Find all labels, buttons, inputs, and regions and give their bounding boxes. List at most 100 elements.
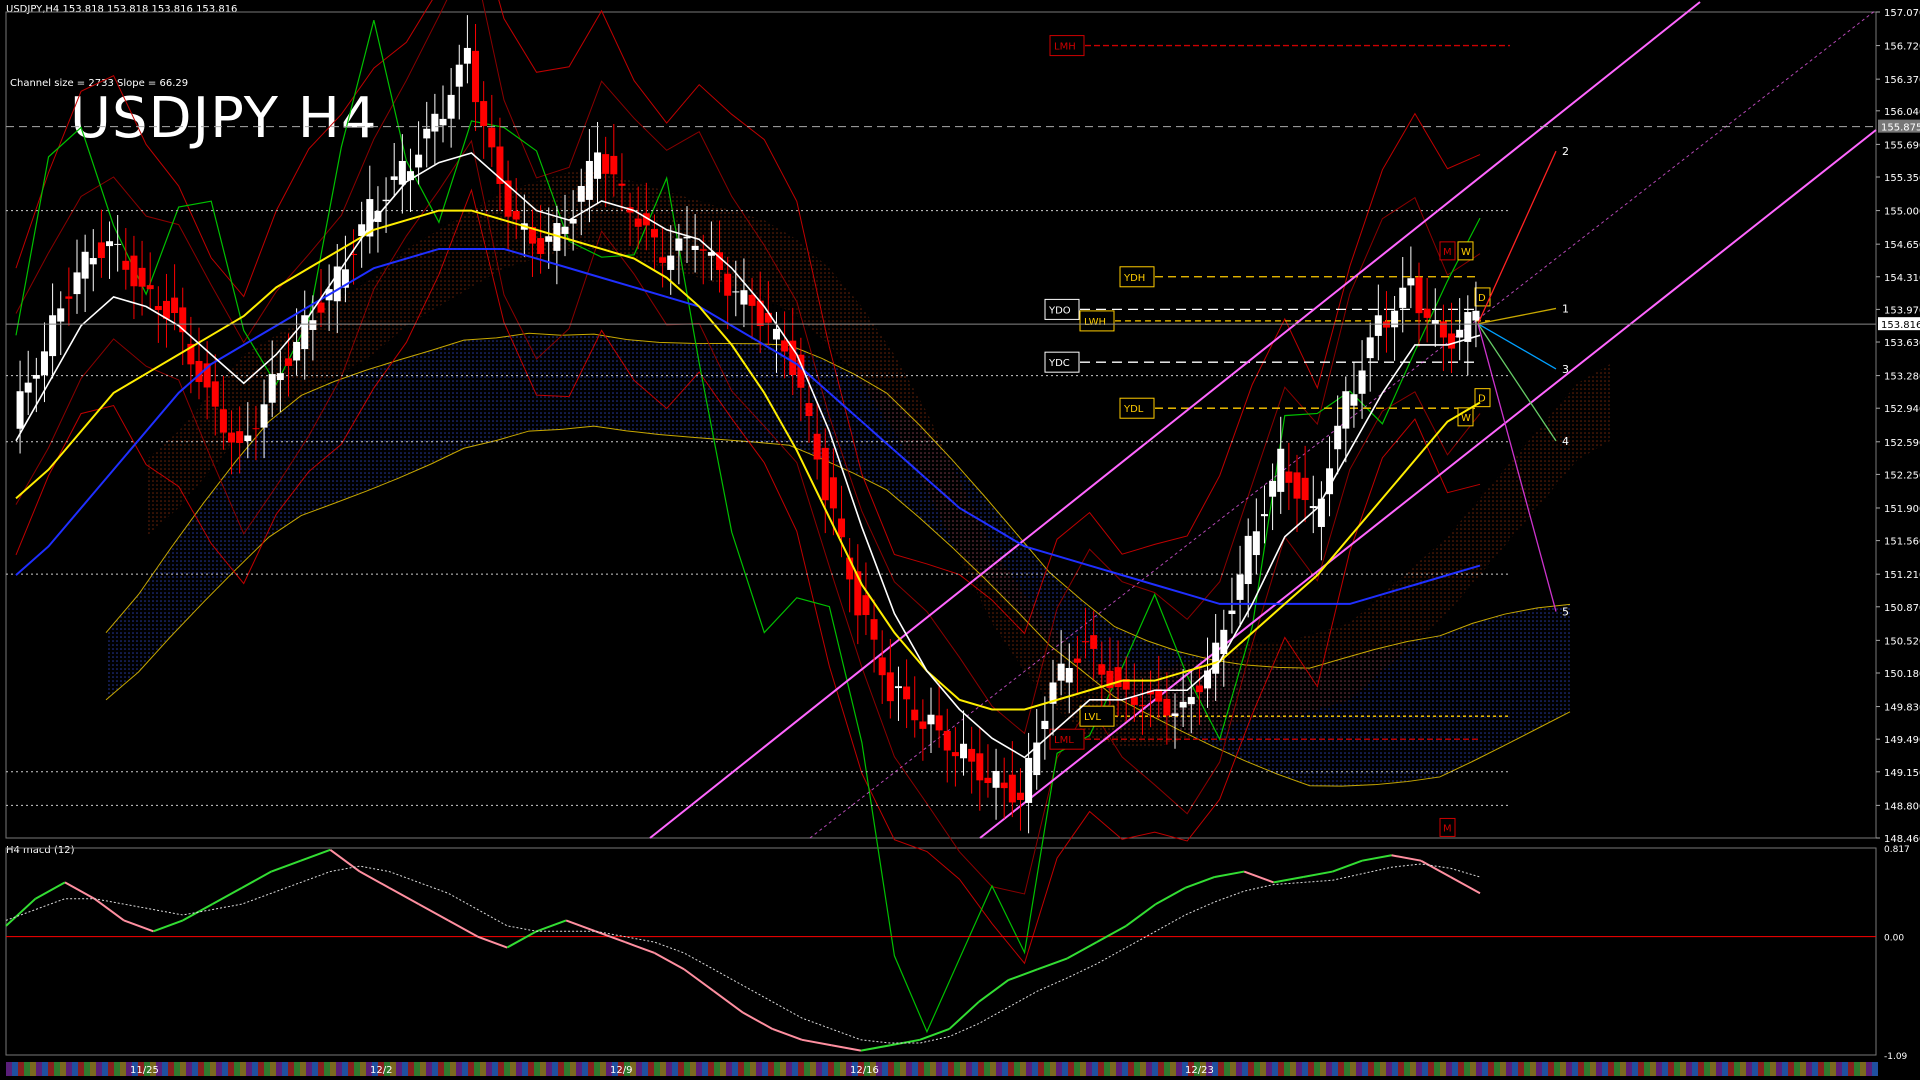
candle-body bbox=[455, 64, 463, 87]
time-strip-cell bbox=[1302, 1062, 1308, 1076]
time-strip-cell bbox=[1584, 1062, 1590, 1076]
candle-body bbox=[781, 340, 789, 352]
time-strip-cell bbox=[234, 1062, 240, 1076]
price-tick-label: 151.560 bbox=[1884, 537, 1920, 548]
time-strip-cell bbox=[1650, 1062, 1656, 1076]
time-strip-cell bbox=[894, 1062, 900, 1076]
time-strip-cell bbox=[1056, 1062, 1062, 1076]
macd-segment bbox=[831, 1044, 862, 1052]
candle-body bbox=[1041, 720, 1049, 730]
time-strip-cell bbox=[252, 1062, 258, 1076]
time-strip-cell bbox=[1860, 1062, 1866, 1076]
price-tick-label: 152.590 bbox=[1884, 438, 1920, 449]
time-strip-cell bbox=[732, 1062, 738, 1076]
time-strip-cell bbox=[18, 1062, 24, 1076]
macd-segment bbox=[1361, 854, 1392, 862]
time-strip-cell bbox=[468, 1062, 474, 1076]
candle-body bbox=[398, 160, 406, 185]
time-strip-cell bbox=[594, 1062, 600, 1076]
macd-tick-label: 0.817 bbox=[1884, 845, 1910, 855]
candle-body bbox=[16, 391, 24, 429]
time-strip-cell bbox=[1752, 1062, 1758, 1076]
level-label-lml: LML bbox=[1054, 735, 1074, 746]
price-tick-label: 153.970 bbox=[1884, 305, 1920, 316]
time-strip-cell bbox=[918, 1062, 924, 1076]
time-strip-cell bbox=[744, 1062, 750, 1076]
macd-segment bbox=[211, 886, 243, 905]
price-chart[interactable]: LMHYDHYDOLWHYDCYDLLVLLMLM WDDWM 12345 157… bbox=[0, 0, 1920, 1080]
time-strip-cell bbox=[1794, 1062, 1800, 1076]
time-strip-cell bbox=[1362, 1062, 1368, 1076]
time-strip-cell bbox=[6, 1062, 12, 1076]
time-strip-cell bbox=[1332, 1062, 1338, 1076]
time-strip-cell bbox=[336, 1062, 342, 1076]
candle-body bbox=[1252, 531, 1260, 556]
time-strip-cell bbox=[1416, 1062, 1422, 1076]
time-strip-cell bbox=[204, 1062, 210, 1076]
time-strip-cell bbox=[642, 1062, 648, 1076]
time-strip-cell bbox=[294, 1062, 300, 1076]
macd-segment bbox=[418, 903, 449, 922]
time-strip-cell bbox=[810, 1062, 816, 1076]
candle-body bbox=[65, 296, 73, 299]
time-strip-cell bbox=[462, 1062, 468, 1076]
time-strip-cell bbox=[78, 1062, 84, 1076]
time-strip-cell bbox=[1410, 1062, 1416, 1076]
candle-body bbox=[1016, 792, 1024, 800]
candle-body bbox=[1130, 696, 1138, 705]
time-strip-cell bbox=[216, 1062, 222, 1076]
candle-body bbox=[968, 748, 976, 762]
macd-signal-line bbox=[5, 863, 1481, 1044]
candle-body bbox=[81, 251, 89, 279]
time-strip-cell bbox=[516, 1062, 522, 1076]
macd-segment bbox=[64, 881, 95, 900]
candle-body bbox=[1366, 337, 1374, 359]
time-strip-cell bbox=[1242, 1062, 1248, 1076]
time-strip-cell bbox=[1494, 1062, 1500, 1076]
macd-segment bbox=[801, 1038, 832, 1047]
time-strip-cell bbox=[510, 1062, 516, 1076]
candle-body bbox=[740, 290, 748, 305]
macd-pane-frame bbox=[5, 847, 1877, 1056]
time-strip-cell bbox=[1338, 1062, 1344, 1076]
time-strip-cell bbox=[1578, 1062, 1584, 1076]
time-strip-cell bbox=[834, 1062, 840, 1076]
time-strip-cell bbox=[708, 1062, 714, 1076]
candle-body bbox=[1407, 278, 1415, 286]
candle-body bbox=[162, 300, 170, 319]
candle-body bbox=[992, 770, 1000, 788]
time-strip-cell bbox=[504, 1062, 510, 1076]
macd-segment bbox=[624, 941, 655, 954]
time-strip-cell bbox=[720, 1062, 726, 1076]
candle-body bbox=[431, 113, 439, 132]
candle-body bbox=[154, 306, 162, 311]
time-strip-cell bbox=[1236, 1062, 1242, 1076]
time-strip-cell bbox=[588, 1062, 594, 1076]
time-strip-cell bbox=[1380, 1062, 1386, 1076]
time-strip-cell bbox=[552, 1062, 558, 1076]
time-strip-cell bbox=[1110, 1062, 1116, 1076]
time-strip-cell bbox=[1434, 1062, 1440, 1076]
macd-segment bbox=[683, 968, 715, 992]
candle-body bbox=[1301, 477, 1309, 501]
candle-body bbox=[32, 374, 40, 379]
candle-body bbox=[862, 595, 870, 616]
time-strip-cell bbox=[1074, 1062, 1080, 1076]
time-strip-cell bbox=[264, 1062, 270, 1076]
time-strip-cell bbox=[1800, 1062, 1806, 1076]
candle-body bbox=[1065, 667, 1073, 683]
time-strip-cell bbox=[582, 1062, 588, 1076]
time-strip-cell bbox=[966, 1062, 972, 1076]
projection-label: 2 bbox=[1562, 145, 1569, 158]
candle-body bbox=[1423, 308, 1431, 318]
price-tick-label: 152.250 bbox=[1884, 470, 1920, 481]
time-strip-cell bbox=[1830, 1062, 1836, 1076]
time-strip-cell bbox=[342, 1062, 348, 1076]
macd-segment bbox=[329, 849, 361, 873]
time-strip-cell bbox=[1836, 1062, 1842, 1076]
time-strip-cell bbox=[702, 1062, 708, 1076]
candle-body bbox=[284, 358, 292, 366]
candle-body bbox=[1285, 471, 1293, 483]
time-strip-cell bbox=[1596, 1062, 1602, 1076]
candle-body bbox=[1415, 277, 1423, 314]
